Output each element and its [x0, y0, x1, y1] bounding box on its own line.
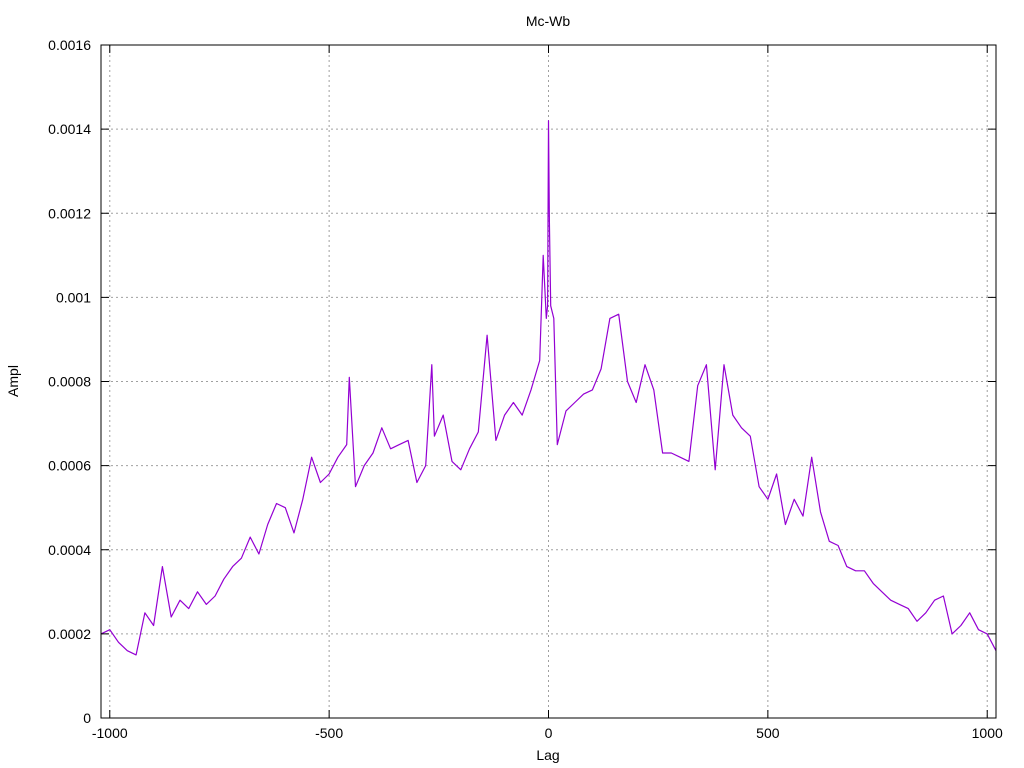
y-tick-label: 0.0014 [48, 121, 91, 137]
y-tick-label: 0.0008 [48, 374, 91, 390]
y-tick-label: 0.001 [56, 289, 91, 305]
y-tick-label: 0 [83, 710, 91, 726]
x-tick-label: -500 [315, 725, 343, 741]
x-tick-label: 0 [545, 725, 553, 741]
y-tick-label: 0.0006 [48, 458, 91, 474]
x-tick-label: -1000 [92, 725, 128, 741]
chart-title: Mc-Wb [526, 13, 571, 29]
y-tick-label: 0.0012 [48, 205, 91, 221]
y-tick-label: 0.0016 [48, 37, 91, 53]
x-tick-label: 1000 [972, 725, 1003, 741]
chart-background [0, 0, 1024, 768]
y-axis-label: Ampl [5, 365, 21, 397]
y-tick-label: 0.0004 [48, 542, 91, 558]
x-tick-label: 500 [756, 725, 780, 741]
x-axis-label: Lag [536, 747, 559, 763]
y-tick-label: 0.0002 [48, 626, 91, 642]
chart: -1000 -500 0 500 1000 0 0.0002 0.0004 0.0006 0.00… [0, 0, 1024, 768]
